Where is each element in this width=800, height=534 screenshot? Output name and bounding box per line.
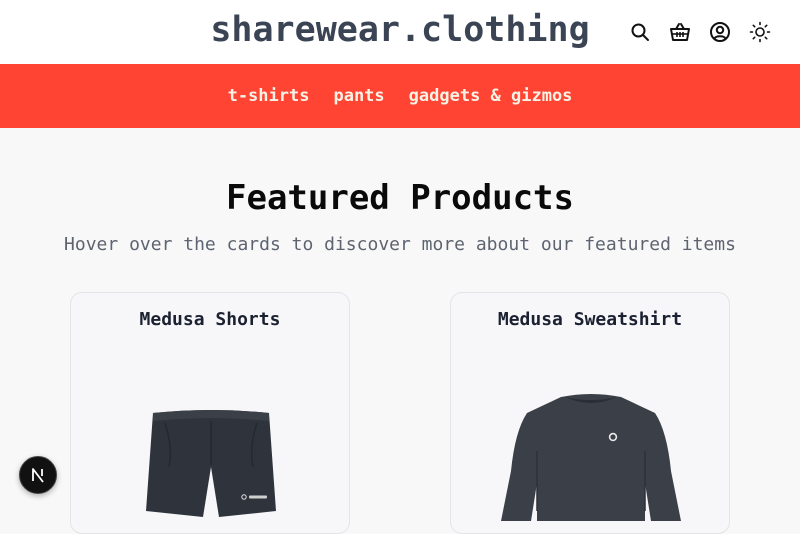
theme-toggle-icon[interactable]: [746, 18, 774, 46]
site-header: sharewear.clothing: [0, 0, 800, 64]
category-nav: t-shirts pants gadgets & gizmos: [0, 64, 800, 128]
nav-item-t-shirts[interactable]: t-shirts: [228, 86, 310, 106]
account-icon[interactable]: [706, 18, 734, 46]
nextjs-badge[interactable]: [19, 456, 57, 494]
product-card-sweatshirt[interactable]: Medusa Sweatshirt: [450, 292, 730, 534]
product-name: Medusa Shorts: [139, 309, 281, 330]
search-icon[interactable]: [626, 18, 654, 46]
basket-icon[interactable]: [666, 18, 694, 46]
page-title: Featured Products: [226, 178, 574, 218]
shorts-image: [146, 410, 276, 517]
product-card-shorts[interactable]: Medusa Shorts: [70, 292, 350, 534]
nextjs-logo-icon: [32, 468, 44, 483]
sweatshirt-image: [501, 394, 681, 521]
page-subtitle: Hover over the cards to discover more ab…: [64, 234, 736, 255]
product-name: Medusa Sweatshirt: [497, 309, 683, 330]
nav-item-pants[interactable]: pants: [333, 86, 384, 106]
nav-item-gadgets-gizmos[interactable]: gadgets & gizmos: [409, 86, 573, 106]
